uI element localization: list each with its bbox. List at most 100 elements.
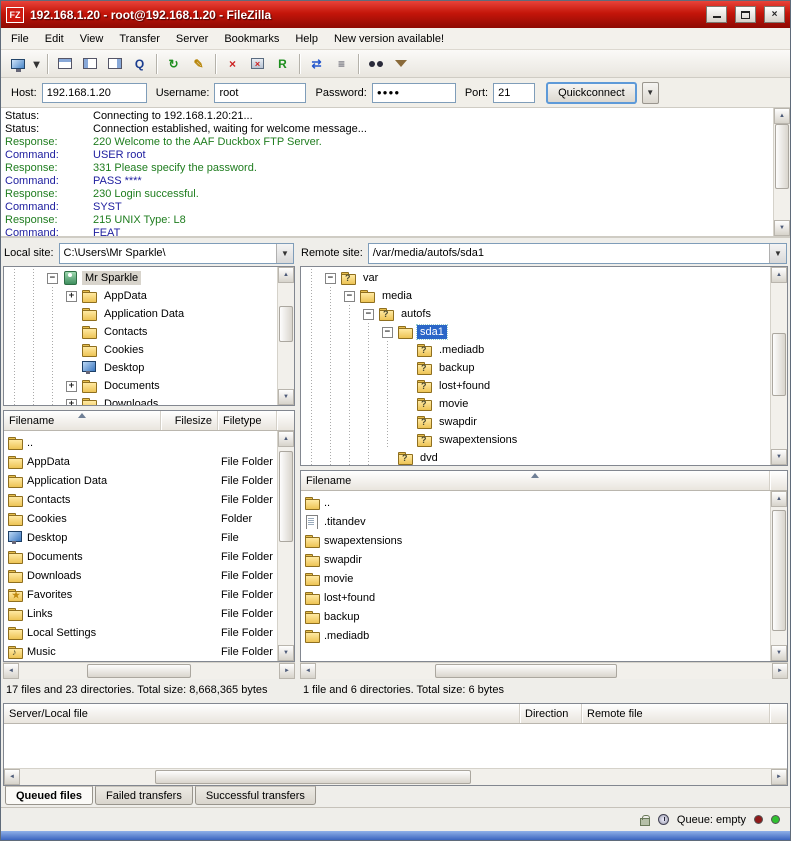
file-row-documents[interactable]: DocumentsFile Folder	[4, 547, 277, 566]
reconnect-button[interactable]: R	[270, 52, 295, 75]
minimize-button[interactable]	[706, 6, 727, 23]
remote-tree-toggle-button[interactable]	[102, 52, 127, 75]
tree-item-media[interactable]: −media	[302, 287, 769, 305]
column-header-filesize[interactable]: Filesize	[161, 411, 218, 430]
file-row-application-data[interactable]: Application DataFile Folder	[4, 471, 277, 490]
local-list-scrollbar[interactable]: ▲▼	[277, 431, 294, 661]
scroll-down-arrow[interactable]: ▼	[771, 449, 787, 465]
local-tree-scrollbar[interactable]: ▲▼	[277, 267, 294, 405]
remote-tree-scrollbar[interactable]: ▲▼	[770, 267, 787, 465]
column-header-filename[interactable]: Filename	[4, 411, 161, 430]
expander-minus-icon[interactable]: −	[43, 273, 62, 284]
local-path-combo[interactable]: C:\Users\Mr Sparkle\ ▼	[59, 243, 294, 264]
scroll-thumb[interactable]	[87, 664, 191, 678]
menu-item-help[interactable]: Help	[287, 30, 326, 48]
file-row-titandev[interactable]: .titandev	[301, 512, 770, 531]
speed-limit-icon[interactable]	[658, 814, 669, 825]
queue-hscrollbar[interactable]: ◄►	[4, 768, 787, 785]
queue-view-toggle-button[interactable]: Q	[127, 52, 152, 75]
scroll-thumb[interactable]	[155, 770, 470, 784]
tree-item-mr-sparkle[interactable]: −Mr Sparkle	[5, 269, 276, 287]
process-queue-button[interactable]: ✎	[186, 52, 211, 75]
tree-item-application-data[interactable]: Application Data	[5, 305, 276, 323]
menu-item-new-version-available[interactable]: New version available!	[326, 30, 452, 48]
file-row-swapextensions[interactable]: swapextensions	[301, 531, 770, 550]
scroll-track[interactable]	[278, 283, 294, 389]
log-vertical-scrollbar[interactable]: ▲▼	[773, 108, 790, 236]
file-row-downloads[interactable]: DownloadsFile Folder	[4, 566, 277, 585]
tab-queued-files[interactable]: Queued files	[5, 786, 93, 805]
tree-item-lost-found[interactable]: ?lost+found	[302, 377, 769, 395]
column-header-server-local-file[interactable]: Server/Local file	[4, 704, 520, 723]
file-row-swapdir[interactable]: swapdir	[301, 550, 770, 569]
tree-item-var[interactable]: −?var	[302, 269, 769, 287]
scroll-up-arrow[interactable]: ▲	[771, 267, 787, 283]
file-row-music[interactable]: ♪MusicFile Folder	[4, 642, 277, 661]
expander-minus-icon[interactable]: −	[340, 291, 359, 302]
scroll-thumb[interactable]	[279, 451, 293, 542]
local-hscrollbar[interactable]: ◄►	[3, 662, 295, 679]
tree-item-mediadb[interactable]: ?.mediadb	[302, 341, 769, 359]
scroll-up-arrow[interactable]: ▲	[278, 431, 294, 447]
remote-list-scrollbar[interactable]: ▲▼	[770, 491, 787, 661]
chevron-down-icon[interactable]: ▼	[769, 244, 786, 263]
tree-item-cookies[interactable]: Cookies	[5, 341, 276, 359]
menu-item-file[interactable]: File	[3, 30, 37, 48]
scroll-down-arrow[interactable]: ▼	[278, 645, 294, 661]
tree-item-autofs[interactable]: −?autofs	[302, 305, 769, 323]
file-row-[interactable]: ..	[4, 433, 277, 452]
site-manager-dropdown[interactable]: ▾	[30, 52, 43, 75]
quickconnect-dropdown[interactable]: ▼	[642, 82, 659, 104]
file-row-favorites[interactable]: ★FavoritesFile Folder	[4, 585, 277, 604]
expander-plus-icon[interactable]: +	[62, 291, 81, 302]
scroll-down-arrow[interactable]: ▼	[774, 220, 790, 236]
scroll-right-arrow[interactable]: ►	[771, 769, 787, 785]
username-input[interactable]	[214, 83, 306, 103]
host-input[interactable]	[42, 83, 147, 103]
scroll-right-arrow[interactable]: ►	[772, 663, 788, 679]
column-header-filetype[interactable]: Filetype	[218, 411, 277, 430]
menu-item-server[interactable]: Server	[168, 30, 216, 48]
scroll-track[interactable]	[20, 769, 771, 785]
port-input[interactable]	[493, 83, 535, 103]
tree-item-swapextensions[interactable]: ?swapextensions	[302, 431, 769, 449]
tree-item-dvd[interactable]: ?dvd	[302, 449, 769, 466]
password-input[interactable]	[372, 83, 456, 103]
site-manager-button[interactable]	[5, 52, 30, 75]
expander-plus-icon[interactable]: +	[62, 399, 81, 407]
file-row-appdata[interactable]: AppDataFile Folder	[4, 452, 277, 471]
remote-path-combo[interactable]: /var/media/autofs/sda1 ▼	[368, 243, 787, 264]
tab-failed-transfers[interactable]: Failed transfers	[95, 786, 193, 805]
scroll-up-arrow[interactable]: ▲	[774, 108, 790, 124]
scroll-thumb[interactable]	[772, 510, 786, 631]
cancel-button[interactable]: ×	[220, 52, 245, 75]
scroll-right-arrow[interactable]: ►	[279, 663, 295, 679]
scroll-down-arrow[interactable]: ▼	[278, 389, 294, 405]
tree-item-desktop[interactable]: Desktop	[5, 359, 276, 377]
file-row-lost-found[interactable]: lost+found	[301, 588, 770, 607]
scroll-track[interactable]	[771, 507, 787, 645]
expander-plus-icon[interactable]: +	[62, 381, 81, 392]
scroll-track[interactable]	[316, 663, 772, 679]
file-row-contacts[interactable]: ContactsFile Folder	[4, 490, 277, 509]
filter-button[interactable]	[388, 52, 413, 75]
scroll-track[interactable]	[771, 283, 787, 449]
scroll-thumb[interactable]	[435, 664, 617, 678]
scroll-track[interactable]	[774, 124, 790, 220]
scroll-left-arrow[interactable]: ◄	[300, 663, 316, 679]
scroll-thumb[interactable]	[279, 306, 293, 342]
menu-item-bookmarks[interactable]: Bookmarks	[216, 30, 287, 48]
tree-item-appdata[interactable]: +AppData	[5, 287, 276, 305]
local-tree-toggle-button[interactable]	[77, 52, 102, 75]
chevron-down-icon[interactable]: ▼	[276, 244, 293, 263]
expander-minus-icon[interactable]: −	[378, 327, 397, 338]
file-row-mediadb[interactable]: .mediadb	[301, 626, 770, 645]
file-row-[interactable]: ..	[301, 493, 770, 512]
close-button[interactable]: ×	[764, 6, 785, 23]
file-row-movie[interactable]: movie	[301, 569, 770, 588]
column-header-remote-file[interactable]: Remote file	[582, 704, 770, 723]
remote-hscrollbar[interactable]: ◄►	[300, 662, 788, 679]
tree-item-sda1[interactable]: −sda1	[302, 323, 769, 341]
expander-minus-icon[interactable]: −	[359, 309, 378, 320]
tree-item-contacts[interactable]: Contacts	[5, 323, 276, 341]
